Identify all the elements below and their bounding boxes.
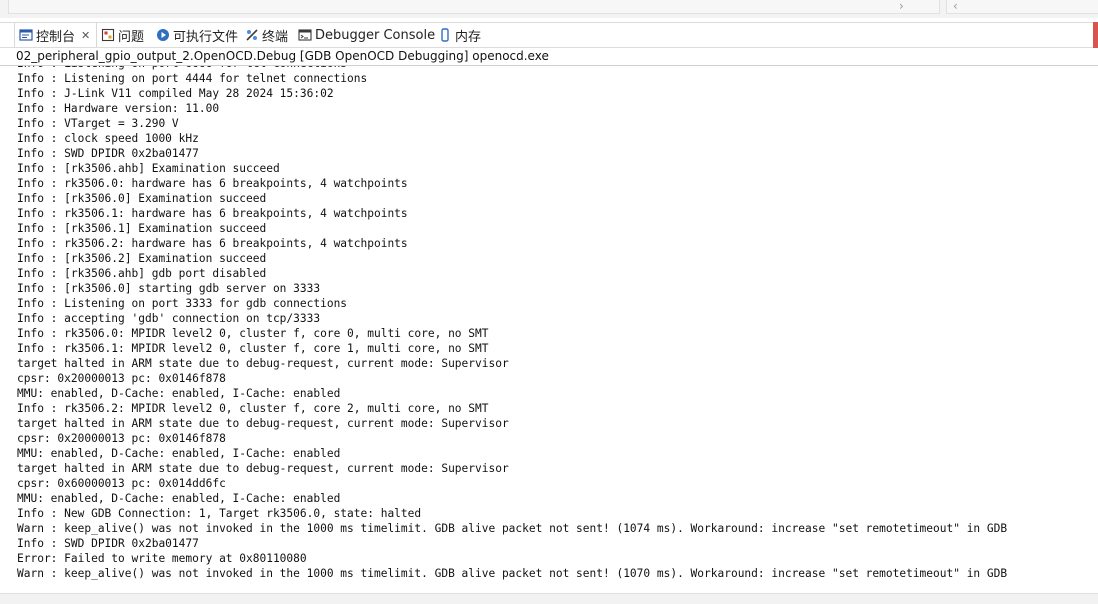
console-line: Info : [rk3506.0] starting gdb server on… [17, 282, 321, 295]
console-output-area[interactable]: Info : Listening on port 6666 for tcl co… [0, 65, 1098, 593]
console-line: Info : rk3506.0: hardware has 6 breakpoi… [17, 177, 408, 190]
console-line: Info : [rk3506.ahb] gdb port disabled [17, 267, 267, 280]
console-line: Info : J-Link V11 compiled May 28 2024 1… [17, 87, 334, 100]
terminal-icon [245, 28, 259, 42]
console-line: Info : Hardware version: 11.00 [17, 102, 220, 115]
tab-memory-label: 内存 [455, 29, 482, 45]
console-line: MMU: enabled, D-Cache: enabled, I-Cache:… [17, 447, 341, 460]
tab-debugger-console[interactable]: Debugger Console [298, 23, 435, 47]
console-line: Warn : keep_alive() was not invoked in t… [17, 522, 1008, 535]
console-line: Info : [rk3506.0] Examination succeed [17, 192, 267, 205]
console-line: Info : SWD DPIDR 0x2ba01477 [17, 537, 199, 550]
console-line: Info : rk3506.2: MPIDR level2 0, cluster… [17, 402, 489, 415]
tab-memory[interactable]: 内存 [438, 23, 481, 47]
launch-configuration-title: 02_peripheral_gpio_output_2.OpenOCD.Debu… [16, 49, 549, 63]
console-line: Info : New GDB Connection: 1, Target rk3… [17, 507, 422, 520]
console-text: Info : Listening on port 6666 for tcl co… [17, 66, 1008, 581]
console-line: MMU: enabled, D-Cache: enabled, I-Cache:… [17, 387, 341, 400]
console-line: Info : accepting 'gdb' connection on tcp… [17, 312, 321, 325]
view-tab-bar: 控制台 ✕ 问题 可执行文件 终端 Debugger Console 内存 [0, 22, 1098, 48]
console-line: cpsr: 0x60000013 pc: 0x014dd6fc [17, 477, 226, 490]
memory-icon [438, 28, 452, 42]
horizontal-scrollbar-left-pane[interactable]: › [8, 0, 940, 14]
console-line: Warn : keep_alive() was not invoked in t… [17, 567, 1008, 580]
console-line: Info : VTarget = 3.290 V [17, 117, 179, 130]
console-line: Error: Failed to write memory at 0x80110… [17, 552, 307, 565]
debugger-console-icon [298, 28, 312, 42]
console-line: target halted in ARM state due to debug-… [17, 462, 509, 475]
top-scroll-area: › ‹ [0, 0, 1098, 18]
scroll-right-arrow-icon[interactable]: › [899, 0, 904, 13]
tab-console-label: 控制台 [36, 29, 76, 45]
console-line: cpsr: 0x20000013 pc: 0x0146f878 [17, 372, 226, 385]
console-line: Info : rk3506.1: MPIDR level2 0, cluster… [17, 342, 489, 355]
tab-executables[interactable]: 可执行文件 [156, 23, 238, 47]
console-line: target halted in ARM state due to debug-… [17, 357, 509, 370]
tab-console[interactable]: 控制台 ✕ [14, 23, 98, 47]
executables-icon [156, 28, 170, 42]
tab-debugger-console-label: Debugger Console [315, 27, 436, 43]
close-tab-icon[interactable]: ✕ [81, 29, 90, 42]
console-line: Info : SWD DPIDR 0x2ba01477 [17, 147, 199, 160]
console-line: Info : rk3506.2: hardware has 6 breakpoi… [17, 237, 408, 250]
console-line: Info : rk3506.0: MPIDR level2 0, cluster… [17, 327, 489, 340]
console-line: Info : [rk3506.ahb] Examination succeed [17, 162, 280, 175]
console-line: target halted in ARM state due to debug-… [17, 417, 509, 430]
tab-terminal-label: 终端 [262, 29, 289, 45]
bottom-status-strip [0, 593, 1098, 604]
console-line: Info : [rk3506.1] Examination succeed [17, 222, 267, 235]
problems-icon [101, 28, 115, 42]
console-line: MMU: enabled, D-Cache: enabled, I-Cache:… [17, 492, 341, 505]
tab-problems[interactable]: 问题 [101, 23, 144, 47]
console-icon [19, 28, 33, 42]
console-line: Info : clock speed 1000 kHz [17, 132, 199, 145]
console-line: Info : Listening on port 4444 for telnet… [17, 72, 368, 85]
console-line: Info : [rk3506.2] Examination succeed [17, 252, 267, 265]
console-line: cpsr: 0x20000013 pc: 0x0146f878 [17, 432, 226, 445]
view-toolbar-edge [1093, 22, 1098, 48]
console-line: Info : Listening on port 3333 for gdb co… [17, 297, 348, 310]
tab-terminal[interactable]: 终端 [245, 23, 288, 47]
horizontal-scrollbar-right-pane[interactable]: ‹ [946, 0, 1098, 14]
scroll-left-arrow-icon[interactable]: ‹ [953, 0, 958, 13]
console-line: Info : rk3506.1: hardware has 6 breakpoi… [17, 207, 408, 220]
tab-problems-label: 问题 [118, 29, 145, 45]
tab-executables-label: 可执行文件 [173, 29, 239, 45]
